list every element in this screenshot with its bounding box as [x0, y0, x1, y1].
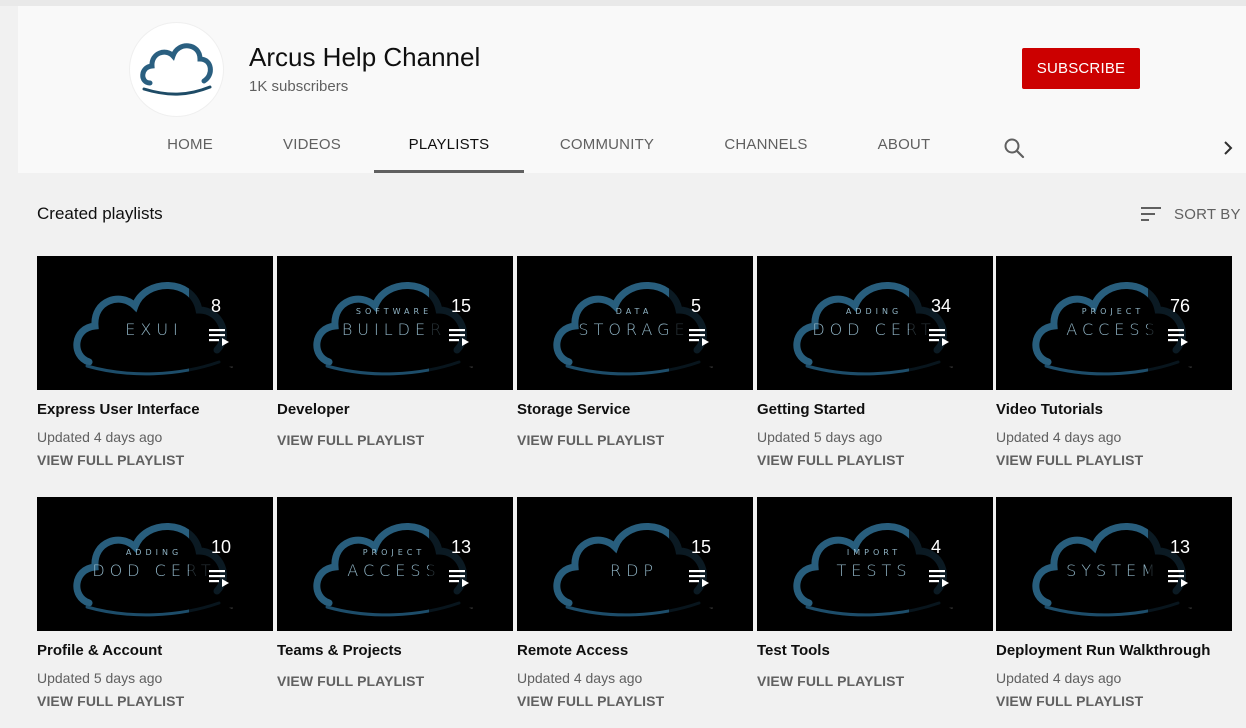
channel-header: Arcus Help Channel 1K subscribers SUBSCR… — [18, 6, 1246, 173]
updated-text: Updated 4 days ago — [517, 670, 643, 686]
view-full-playlist-link[interactable]: VIEW FULL PLAYLIST — [277, 673, 513, 689]
trademark-mark: ™ — [1188, 365, 1192, 370]
playlist-icon — [449, 329, 469, 346]
channel-tabs: HOME VIDEOS PLAYLISTS COMMUNITY CHANNELS… — [18, 124, 1246, 173]
view-full-playlist-link[interactable]: VIEW FULL PLAYLIST — [996, 693, 1232, 709]
video-count: 5 — [691, 296, 702, 316]
playlist-icon — [209, 329, 229, 346]
tab-playlists[interactable]: PLAYLISTS — [374, 124, 524, 173]
playlist-card[interactable]: ADDING DOD CERT 34 ™ Getting Started Updated … — [757, 256, 993, 468]
playlist-thumbnail[interactable]: ADDING DOD CERT 10 ™ — [37, 497, 273, 631]
playlist-thumbnail[interactable]: DATA STORAGE 5 ™ — [517, 256, 753, 390]
playlist-title[interactable]: Video Tutorials — [996, 401, 1232, 418]
playlist-icon — [929, 329, 949, 346]
trademark-mark: ™ — [1188, 606, 1192, 611]
playlist-card[interactable]: RDP 15 ™ Remote Access Updated 4 days ago VIE… — [517, 497, 753, 709]
playlist-title[interactable]: Developer — [277, 401, 513, 418]
playlist-card[interactable]: EXUI 8 ™ Express User Interface Updated 4 da… — [37, 256, 273, 468]
tab-channels[interactable]: CHANNELS — [708, 124, 824, 173]
playlist-card[interactable]: DATA STORAGE 5 ™ Storage Service VIEW FULL PL… — [517, 256, 753, 448]
playlist-card[interactable]: IMPORT TESTS 4 ™ Test Tools VIEW FULL PLAYLIS… — [757, 497, 993, 689]
playlist-thumbnail[interactable]: ADDING DOD CERT 34 ™ — [757, 256, 993, 390]
playlist-icon — [929, 570, 949, 587]
updated-text: Updated 4 days ago — [37, 429, 163, 445]
playlist-title[interactable]: Remote Access — [517, 642, 753, 659]
playlist-thumbnail[interactable]: PROJECT ACCESS 13 ™ — [277, 497, 513, 631]
video-count: 10 — [211, 537, 232, 557]
sort-label: SORT BY — [1174, 205, 1241, 223]
playlist-title[interactable]: Profile & Account — [37, 642, 273, 659]
tab-home[interactable]: HOME — [146, 124, 234, 173]
playlist-card[interactable]: PROJECT ACCESS 76 ™ Video Tutorials Updated 4… — [996, 256, 1232, 468]
playlist-title[interactable]: Teams & Projects — [277, 642, 513, 659]
playlist-card[interactable]: SYSTEM 13 ™ Deployment Run Walkthrough Updat… — [996, 497, 1232, 709]
view-full-playlist-link[interactable]: VIEW FULL PLAYLIST — [517, 432, 753, 448]
tab-about[interactable]: ABOUT — [864, 124, 944, 173]
view-full-playlist-link[interactable]: VIEW FULL PLAYLIST — [517, 693, 753, 709]
view-full-playlist-link[interactable]: VIEW FULL PLAYLIST — [37, 452, 273, 468]
trademark-mark: ™ — [469, 606, 473, 611]
trademark-mark: ™ — [229, 365, 233, 370]
playlist-thumbnail[interactable]: PROJECT ACCESS 76 ™ — [996, 256, 1232, 390]
trademark-mark: ™ — [229, 606, 233, 611]
channel-name: Arcus Help Channel — [249, 42, 481, 72]
trademark-mark: ™ — [949, 606, 953, 611]
section-title: Created playlists — [37, 204, 163, 223]
sort-icon — [1141, 207, 1161, 221]
view-full-playlist-link[interactable]: VIEW FULL PLAYLIST — [996, 452, 1232, 468]
playlist-thumbnail[interactable]: RDP 15 ™ — [517, 497, 753, 631]
playlist-thumbnail[interactable]: SYSTEM 13 ™ — [996, 497, 1232, 631]
playlist-title[interactable]: Express User Interface — [37, 401, 273, 418]
playlist-thumbnail[interactable]: IMPORT TESTS 4 ™ — [757, 497, 993, 631]
view-full-playlist-link[interactable]: VIEW FULL PLAYLIST — [757, 673, 993, 689]
playlist-icon — [689, 329, 709, 346]
playlist-thumbnail[interactable]: SOFTWARE BUILDER 15 ™ — [277, 256, 513, 390]
channel-avatar[interactable] — [130, 23, 223, 116]
subscribe-button[interactable]: SUBSCRIBE — [1022, 48, 1140, 89]
playlist-title[interactable]: Test Tools — [757, 642, 993, 659]
playlist-title[interactable]: Deployment Run Walkthrough — [996, 642, 1232, 659]
view-full-playlist-link[interactable]: VIEW FULL PLAYLIST — [757, 452, 993, 468]
playlist-card[interactable]: SOFTWARE BUILDER 15 ™ Developer VIEW FULL PLA… — [277, 256, 513, 448]
trademark-mark: ™ — [469, 365, 473, 370]
playlist-icon — [209, 570, 229, 587]
playlist-icon — [1168, 570, 1188, 587]
subscriber-count: 1K subscribers — [249, 78, 349, 95]
updated-text: Updated 4 days ago — [996, 670, 1122, 686]
active-tab-indicator — [374, 170, 524, 173]
video-count: 76 — [1170, 296, 1191, 316]
view-full-playlist-link[interactable]: VIEW FULL PLAYLIST — [277, 432, 513, 448]
playlist-title[interactable]: Storage Service — [517, 401, 753, 418]
view-full-playlist-link[interactable]: VIEW FULL PLAYLIST — [37, 693, 273, 709]
video-count: 8 — [211, 296, 222, 316]
playlist-icon — [449, 570, 469, 587]
video-count: 34 — [931, 296, 952, 316]
playlist-card[interactable]: ADDING DOD CERT 10 ™ Profile & Account Update… — [37, 497, 273, 709]
video-count: 15 — [451, 296, 472, 316]
updated-text: Updated 4 days ago — [996, 429, 1122, 445]
tab-videos[interactable]: VIDEOS — [268, 124, 356, 173]
updated-text: Updated 5 days ago — [37, 670, 163, 686]
search-icon[interactable] — [1002, 136, 1026, 160]
video-count: 4 — [931, 537, 942, 557]
video-count: 15 — [691, 537, 712, 557]
trademark-mark: ™ — [709, 365, 713, 370]
trademark-mark: ™ — [949, 365, 953, 370]
updated-text: Updated 5 days ago — [757, 429, 883, 445]
playlist-card[interactable]: PROJECT ACCESS 13 ™ Teams & Projects VIEW FUL… — [277, 497, 513, 689]
cloud-logo-icon — [140, 43, 213, 96]
sort-by-button[interactable]: SORT BY — [1140, 203, 1241, 225]
trademark-mark: ™ — [709, 606, 713, 611]
playlist-thumbnail[interactable]: EXUI 8 ™ — [37, 256, 273, 390]
video-count: 13 — [1170, 537, 1191, 557]
tab-community[interactable]: COMMUNITY — [544, 124, 670, 173]
chevron-right-icon[interactable] — [1218, 138, 1238, 158]
video-count: 13 — [451, 537, 472, 557]
playlist-icon — [689, 570, 709, 587]
playlist-icon — [1168, 329, 1188, 346]
playlist-title[interactable]: Getting Started — [757, 401, 993, 418]
